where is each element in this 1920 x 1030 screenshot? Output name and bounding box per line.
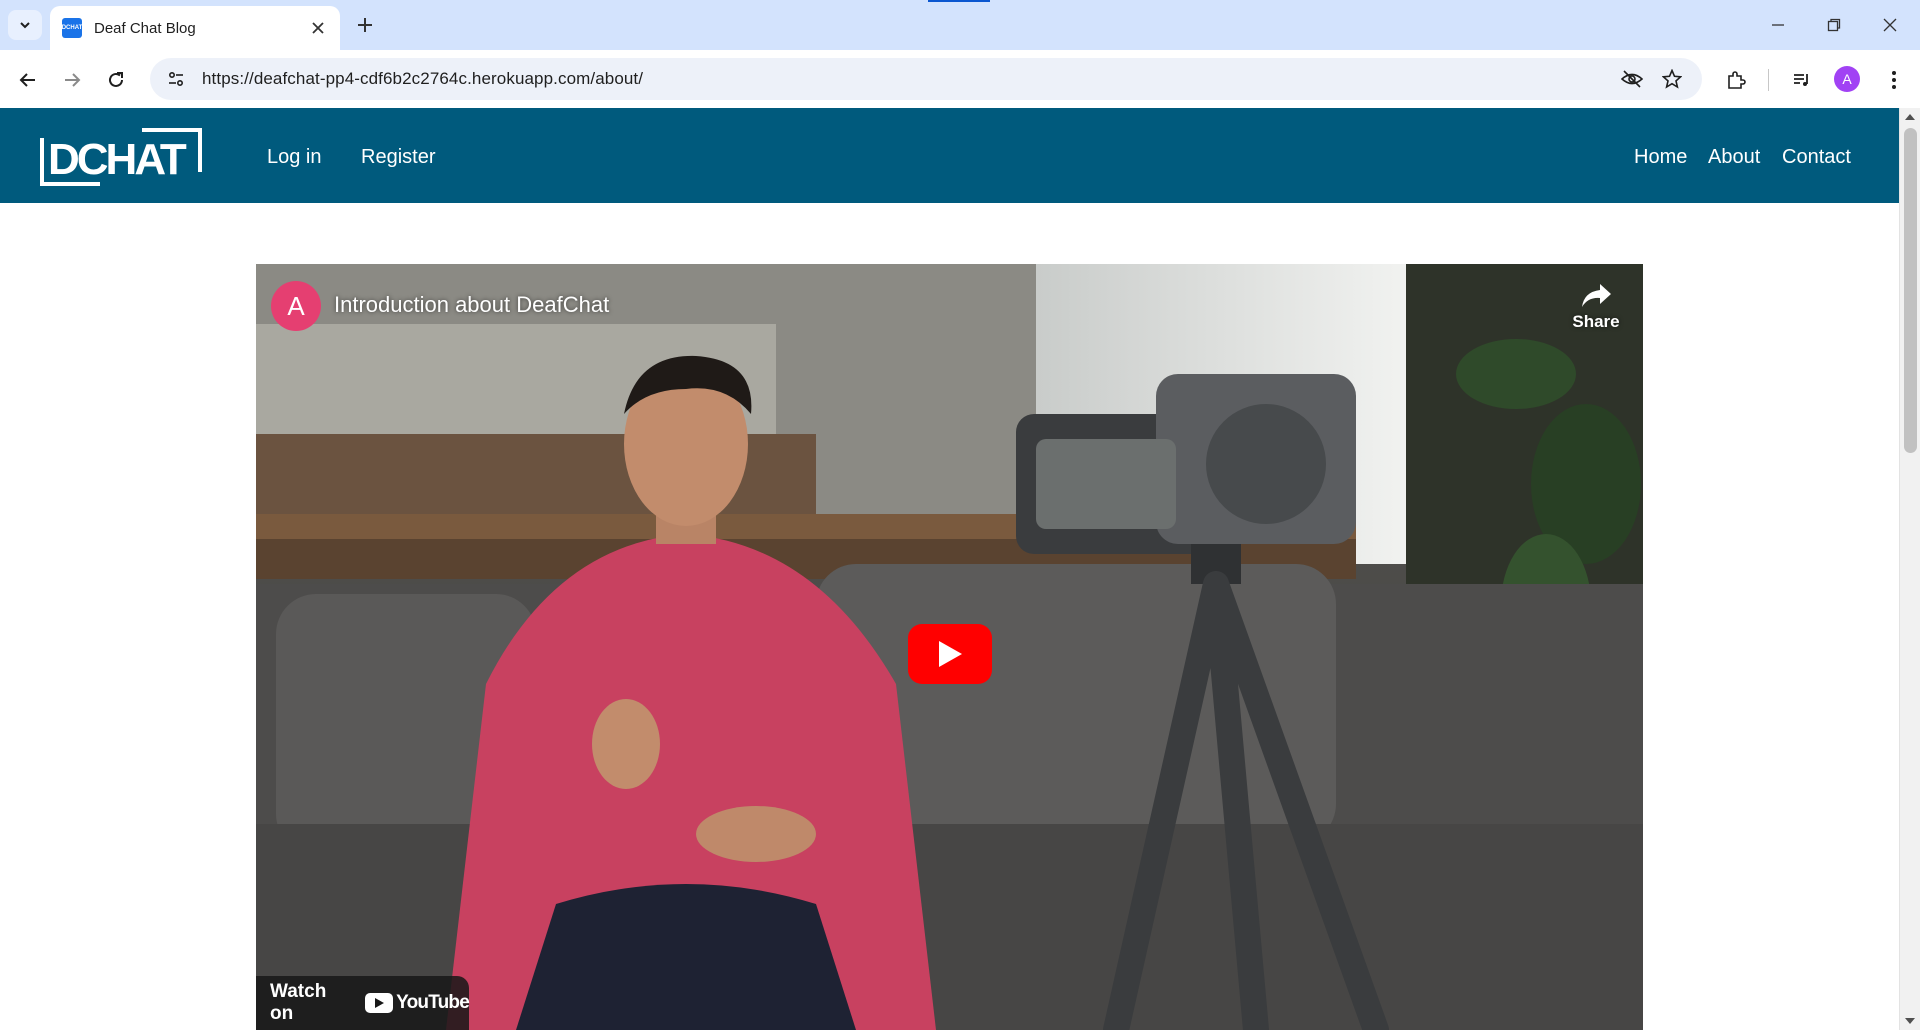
- close-tab-icon[interactable]: [308, 18, 328, 38]
- share-button[interactable]: Share: [1561, 282, 1631, 342]
- site-navbar: DCHAT Log in Register Home About Contact: [0, 108, 1899, 203]
- minimize-button[interactable]: [1758, 10, 1798, 40]
- channel-avatar[interactable]: A: [271, 281, 321, 331]
- extensions-button[interactable]: [1720, 64, 1752, 96]
- nav-register-link[interactable]: Register: [361, 146, 435, 169]
- nav-about-link[interactable]: About: [1708, 146, 1760, 169]
- page-scrollbar[interactable]: [1899, 108, 1920, 1030]
- new-tab-button[interactable]: [352, 12, 378, 38]
- bookmark-star-icon[interactable]: [1652, 58, 1692, 100]
- page-viewport: DCHAT Log in Register Home About Contact: [0, 108, 1920, 1030]
- toolbar-divider: [1768, 69, 1769, 91]
- play-icon: [939, 641, 962, 667]
- forward-button[interactable]: [56, 64, 88, 96]
- tab-search-button[interactable]: [8, 10, 42, 40]
- scrollbar-thumb[interactable]: [1904, 128, 1917, 453]
- share-label: Share: [1572, 312, 1620, 331]
- reload-icon: [109, 72, 123, 87]
- watch-on-youtube-button[interactable]: Watch on YouTube: [256, 976, 470, 1030]
- more-vertical-icon: [1892, 71, 1896, 89]
- nav-home-link[interactable]: Home: [1634, 146, 1687, 169]
- plus-icon: [358, 18, 372, 32]
- youtube-embed[interactable]: A Introduction about DeafChat Share Watc…: [256, 264, 1643, 1030]
- browser-tab-strip: DCHAT Deaf Chat Blog: [0, 0, 1920, 50]
- close-icon: [1883, 18, 1897, 32]
- youtube-wordmark: YouTube: [396, 992, 470, 1013]
- logo-text: DCHAT: [48, 135, 187, 184]
- arrow-left-icon: [19, 73, 35, 87]
- browser-menu-button[interactable]: [1878, 64, 1910, 96]
- scroll-down-icon[interactable]: [1905, 1018, 1915, 1024]
- nav-login-link[interactable]: Log in: [267, 146, 322, 169]
- puzzle-icon: [1728, 71, 1746, 89]
- arrow-right-icon: [65, 73, 81, 87]
- browser-toolbar: https://deafchat-pp4-cdf6b2c2764c.heroku…: [0, 50, 1920, 108]
- chevron-down-icon: [20, 22, 30, 29]
- video-title[interactable]: Introduction about DeafChat: [334, 292, 609, 318]
- tab-title: Deaf Chat Blog: [94, 19, 196, 37]
- active-tab[interactable]: DCHAT Deaf Chat Blog: [50, 6, 340, 50]
- watch-on-label: Watch on: [270, 981, 327, 1024]
- media-controls-button[interactable]: [1786, 64, 1818, 96]
- queue-music-icon: [1794, 74, 1808, 86]
- address-bar[interactable]: https://deafchat-pp4-cdf6b2c2764c.heroku…: [150, 58, 1702, 100]
- site-logo[interactable]: DCHAT: [40, 126, 202, 188]
- close-window-button[interactable]: [1870, 10, 1910, 40]
- scroll-up-icon[interactable]: [1905, 114, 1915, 120]
- reload-button[interactable]: [100, 64, 132, 96]
- nav-contact-link[interactable]: Contact: [1782, 146, 1851, 169]
- profile-avatar[interactable]: A: [1834, 66, 1860, 92]
- url-text[interactable]: https://deafchat-pp4-cdf6b2c2764c.heroku…: [202, 69, 1612, 89]
- minimize-icon: [1772, 24, 1784, 26]
- play-button[interactable]: [908, 624, 992, 684]
- restore-icon: [1827, 18, 1841, 32]
- youtube-play-icon: [365, 993, 394, 1013]
- site-info-icon[interactable]: [156, 58, 196, 100]
- back-button[interactable]: [12, 64, 44, 96]
- share-arrow-icon: [1582, 284, 1611, 307]
- favicon-icon: DCHAT: [62, 18, 82, 38]
- youtube-logo: YouTube: [365, 992, 470, 1014]
- eye-off-icon[interactable]: [1612, 58, 1652, 100]
- tab-drag-indicator: [928, 0, 990, 2]
- restore-button[interactable]: [1814, 10, 1854, 40]
